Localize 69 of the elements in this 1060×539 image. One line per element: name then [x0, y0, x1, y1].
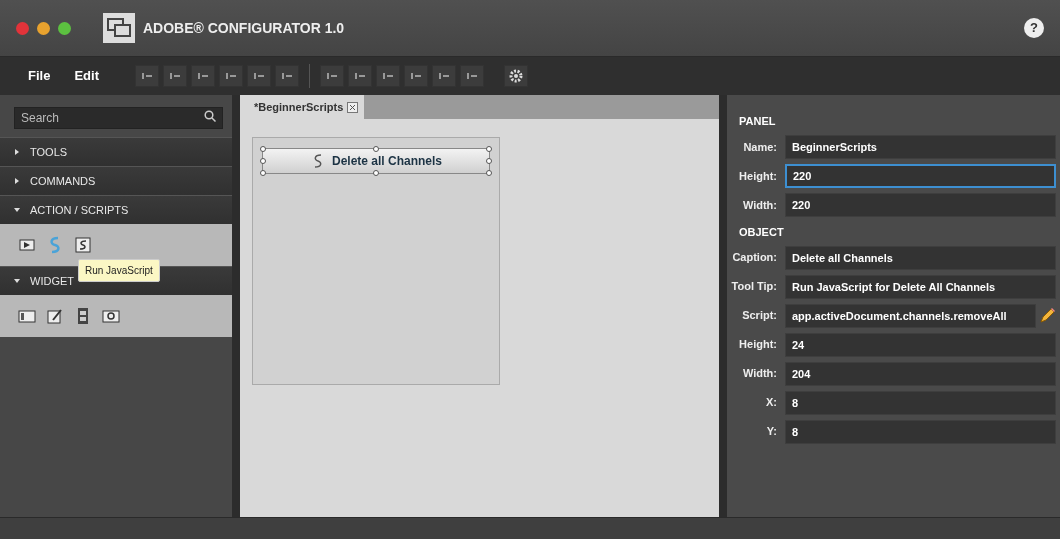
- window-title: ADOBE® CONFIGURATOR 1.0: [143, 18, 345, 38]
- align-icon: [168, 71, 181, 81]
- field-label: Height:: [738, 168, 778, 184]
- section-header[interactable]: TOOLS: [30, 143, 68, 161]
- align-icon: [280, 71, 293, 81]
- play-panel-icon[interactable]: [18, 236, 36, 254]
- section-title: OBJECT: [738, 224, 785, 240]
- align-button[interactable]: [403, 65, 428, 87]
- text-field[interactable]: Delete all Channels: [785, 245, 1056, 270]
- align-icon: [325, 71, 338, 81]
- align-button[interactable]: [431, 65, 456, 87]
- align-button[interactable]: [274, 65, 299, 87]
- align-icon: [196, 71, 209, 81]
- align-icon: [409, 71, 422, 81]
- script-file-icon[interactable]: [74, 236, 92, 254]
- settings-button[interactable]: [503, 65, 528, 87]
- align-button[interactable]: [319, 65, 344, 87]
- field-label: Y:: [765, 424, 778, 440]
- field-label: Script:: [741, 308, 778, 324]
- pencil-box-icon[interactable]: [46, 307, 64, 325]
- field-label: Width:: [741, 366, 778, 382]
- app-logo-icon: [103, 13, 135, 43]
- section-header[interactable]: COMMANDS: [30, 172, 96, 190]
- align-icon: [437, 71, 450, 81]
- window-control-button[interactable]: [37, 21, 50, 35]
- section-header[interactable]: WIDGET: [30, 272, 74, 290]
- field-label: Name:: [742, 139, 778, 155]
- align-icon: [353, 71, 366, 81]
- text-field[interactable]: BeginnerScripts: [785, 135, 1056, 159]
- align-button[interactable]: [459, 65, 484, 87]
- align-button[interactable]: [162, 65, 187, 87]
- text-field[interactable]: Run JavaScript for Delete All Channels: [785, 274, 1056, 299]
- field-label: Caption:: [731, 250, 778, 266]
- menu-item[interactable]: Edit: [62, 66, 111, 86]
- text-field[interactable]: 8: [785, 390, 1056, 415]
- text-field[interactable]: app.activeDocument.channels.removeAll: [785, 303, 1036, 328]
- align-button[interactable]: [190, 65, 215, 87]
- field-label: Height:: [738, 337, 778, 353]
- frame-icon[interactable]: [18, 307, 36, 325]
- align-icon: [224, 71, 237, 81]
- field-label: Width:: [741, 197, 778, 213]
- align-button[interactable]: [246, 65, 271, 87]
- search-icon: [204, 110, 216, 122]
- field-label: Tool Tip:: [730, 279, 778, 295]
- search-field[interactable]: Search: [14, 107, 223, 129]
- align-button[interactable]: [375, 65, 400, 87]
- field-label: X:: [765, 395, 778, 411]
- text-field[interactable]: 24: [785, 332, 1056, 357]
- pencil-icon[interactable]: [1038, 306, 1056, 325]
- align-icon: [381, 71, 394, 81]
- tooltip: Run JavaScript: [78, 259, 160, 282]
- section-title: PANEL: [738, 114, 777, 129]
- document-tab[interactable]: *BeginnerScripts: [240, 95, 365, 119]
- align-icon: [465, 71, 478, 81]
- align-icon: [140, 71, 153, 81]
- help-button[interactable]: ?: [1024, 18, 1044, 38]
- menu-item[interactable]: File: [16, 66, 63, 86]
- align-button[interactable]: [347, 65, 372, 87]
- align-button[interactable]: [218, 65, 243, 87]
- image-icon[interactable]: [102, 307, 120, 325]
- text-field[interactable]: 220: [785, 164, 1056, 188]
- window-control-button[interactable]: [58, 21, 71, 35]
- close-icon[interactable]: [347, 101, 359, 113]
- text-field[interactable]: 204: [785, 361, 1056, 386]
- canvas-button[interactable]: Delete all Channels: [262, 148, 490, 174]
- align-button[interactable]: [134, 65, 159, 87]
- align-icon: [252, 71, 265, 81]
- text-field[interactable]: 8: [785, 419, 1056, 444]
- text-field[interactable]: 220: [785, 193, 1056, 217]
